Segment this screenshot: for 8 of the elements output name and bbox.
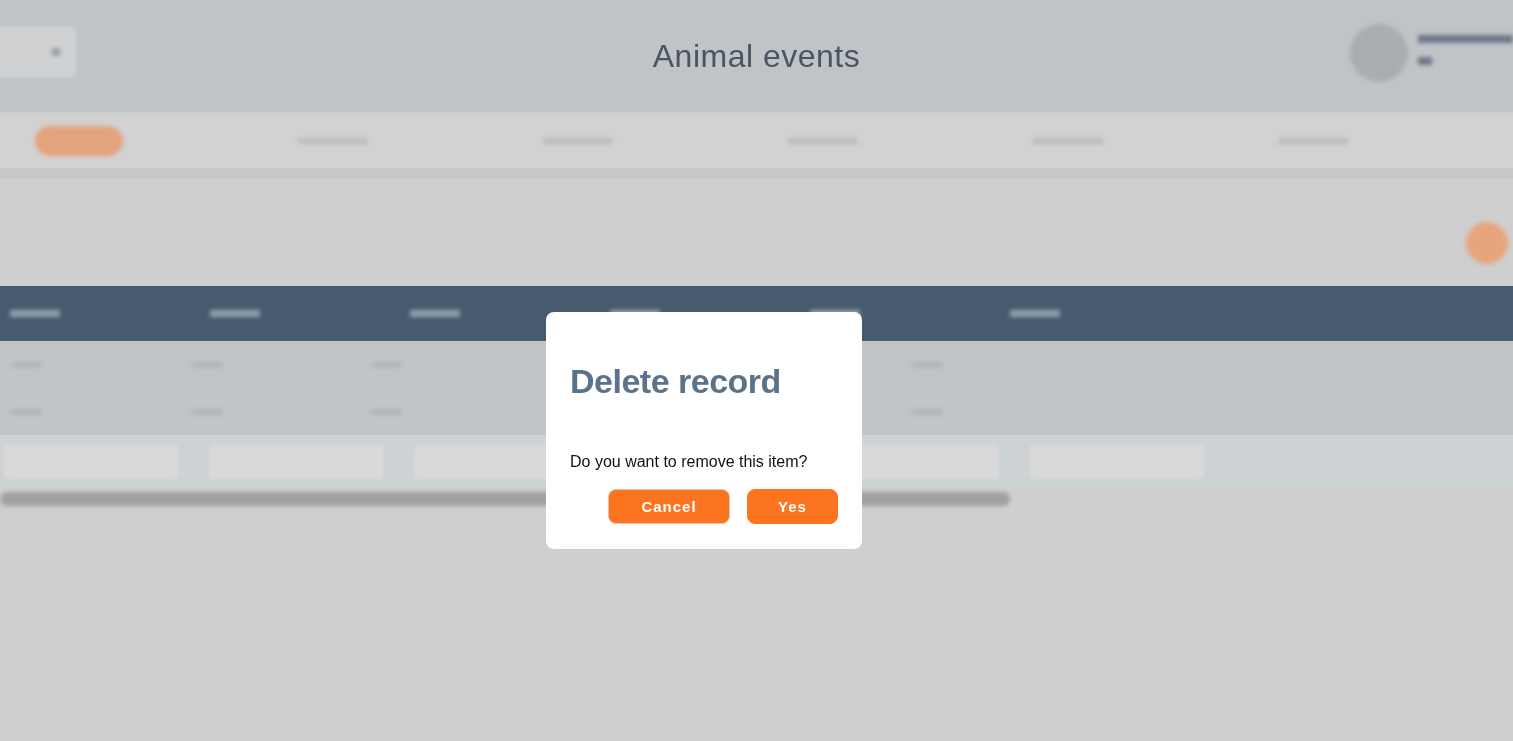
floating-button[interactable] xyxy=(1466,222,1508,264)
dialog-title: Delete record xyxy=(570,362,782,401)
menu-button[interactable] xyxy=(0,26,76,78)
cancel-button[interactable]: Cancel xyxy=(608,489,730,524)
confirm-button[interactable]: Yes xyxy=(747,489,838,524)
dialog-message: Do you want to remove this item? xyxy=(570,453,809,471)
page-title: Animal events xyxy=(652,37,861,75)
active-tab-drawing[interactable] xyxy=(35,126,123,156)
